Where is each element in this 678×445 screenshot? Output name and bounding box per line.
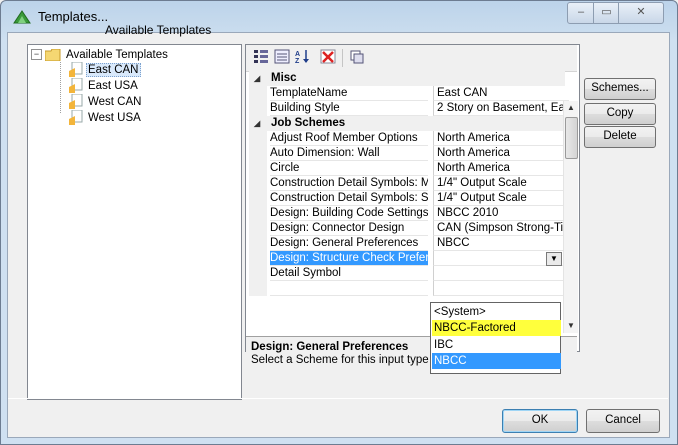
templates-app-icon (13, 10, 31, 24)
tree-item-west-usa[interactable]: West USA (68, 110, 143, 125)
copy-button[interactable]: Copy (584, 103, 656, 125)
property-name: Auto Dimension: Wall (270, 146, 428, 161)
collapse-triangle-icon[interactable]: ◢ (254, 116, 260, 131)
tree-item-label: West CAN (88, 95, 142, 108)
property-name: Detail Symbol (270, 266, 428, 281)
property-row[interactable]: Building Style 2 Story on Basement, Eas (249, 101, 569, 116)
tree-item-label: East CAN (86, 62, 141, 77)
tree-item-west-can[interactable]: West CAN (68, 94, 143, 109)
scroll-down-icon[interactable]: ▼ (564, 319, 578, 333)
close-button[interactable]: ✕ (618, 2, 664, 24)
category-job-schemes[interactable]: ◢ Job Schemes (249, 116, 565, 131)
property-row[interactable]: Auto Dimension: Wall North America (249, 146, 569, 161)
dropdown-option[interactable]: <System> (432, 304, 561, 320)
alphabetical-icon[interactable] (273, 49, 291, 66)
property-name: Building Style (270, 101, 428, 116)
property-value[interactable] (433, 281, 569, 296)
property-name: Design: Building Code Settings (270, 207, 428, 221)
description-title: Design: General Preferences (251, 341, 409, 353)
property-name: Design: Connector Design (270, 221, 428, 236)
category-label: Job Schemes (271, 117, 346, 129)
minimize-button[interactable]: – (567, 2, 595, 24)
property-name: Adjust Roof Member Options (270, 131, 428, 146)
property-name (270, 281, 428, 296)
property-name: Design: General Preferences (270, 236, 428, 251)
schemes-button[interactable]: Schemes... (584, 78, 656, 100)
property-value[interactable]: NBCC (433, 236, 569, 251)
tree-line (60, 62, 61, 113)
property-row[interactable]: Circle North America (249, 161, 569, 176)
dropdown-option[interactable]: IBC (432, 337, 561, 353)
category-label: Misc (271, 72, 297, 84)
property-value[interactable]: 1/4" Output Scale (433, 191, 569, 206)
tree-root-available-templates[interactable]: − Available Templates (31, 48, 170, 62)
category-misc[interactable]: ◢ Misc (249, 71, 565, 86)
ok-button[interactable]: OK (502, 409, 578, 433)
property-name: Design: Structure Check Prefer (270, 251, 428, 266)
divider (8, 398, 668, 399)
window-title: Templates... (38, 9, 109, 24)
chevron-down-icon[interactable]: ▼ (546, 252, 562, 266)
property-grid-scrollbar[interactable]: ▲ ▼ (563, 101, 578, 333)
property-row[interactable]: TemplateName East CAN (249, 86, 569, 101)
property-value[interactable]: North America (433, 131, 569, 146)
property-value[interactable]: CAN (Simpson Strong-Tie) (433, 221, 569, 236)
property-value[interactable]: North America (433, 146, 569, 161)
title-bar[interactable]: Templates... – ▭ ✕ (1, 1, 677, 31)
template-file-icon (69, 62, 83, 77)
property-row[interactable]: Construction Detail Symbols: M 1/4" Outp… (249, 176, 569, 191)
template-file-icon (69, 78, 83, 93)
available-templates-heading: Available Templates (105, 23, 212, 37)
delete-red-icon[interactable] (319, 49, 337, 66)
tree-item-label: West USA (88, 111, 141, 124)
property-row[interactable]: Design: Building Code Settings NBCC 2010 (249, 206, 569, 221)
dropdown-option-selected[interactable]: NBCC (432, 353, 561, 369)
categorized-icon[interactable] (252, 49, 270, 66)
property-name: Circle (270, 161, 428, 176)
templates-tree[interactable]: − Available Templates East CAN East USA W… (27, 44, 242, 400)
property-value[interactable]: 2 Story on Basement, Eas (433, 101, 569, 116)
property-name: TemplateName (270, 86, 428, 101)
property-name: Construction Detail Symbols: S (270, 192, 428, 206)
collapse-triangle-icon[interactable]: ◢ (254, 71, 260, 86)
tree-root-label: Available Templates (66, 49, 168, 61)
maximize-button[interactable]: ▭ (593, 2, 620, 24)
property-row[interactable]: Adjust Roof Member Options North America (249, 131, 569, 146)
tree-item-label: East USA (88, 79, 138, 92)
property-value[interactable] (433, 266, 569, 281)
collapse-toggle-icon[interactable]: − (31, 49, 42, 61)
property-pages-icon[interactable] (348, 49, 366, 66)
template-file-icon (69, 110, 83, 125)
property-row-selected[interactable]: Design: Structure Check Prefer ▼ (249, 251, 569, 266)
property-row[interactable]: Design: Connector Design CAN (Simpson St… (249, 221, 569, 236)
property-value[interactable]: NBCC 2010 (433, 206, 569, 221)
property-row[interactable]: Construction Detail Symbols: S 1/4" Outp… (249, 191, 569, 206)
property-value[interactable]: North America (433, 161, 569, 176)
property-value[interactable]: East CAN (433, 86, 569, 101)
scroll-thumb[interactable] (565, 117, 578, 159)
property-value[interactable]: 1/4" Output Scale (433, 176, 569, 191)
property-name: Construction Detail Symbols: M (270, 177, 428, 191)
toolbar-separator (342, 49, 343, 67)
folder-icon (45, 48, 61, 61)
cancel-button[interactable]: Cancel (586, 409, 660, 433)
property-row[interactable] (249, 281, 569, 296)
sort-az-icon[interactable]: AZ (294, 49, 312, 66)
template-file-icon (69, 94, 83, 109)
svg-text:Z: Z (295, 58, 300, 64)
scroll-up-icon[interactable]: ▲ (564, 101, 578, 115)
property-grid-toolbar: AZ (246, 45, 577, 72)
description-text: Select a Scheme for this input type (251, 354, 429, 366)
property-row[interactable]: Detail Symbol (249, 266, 569, 281)
tree-item-east-usa[interactable]: East USA (68, 78, 140, 93)
tree-item-east-can[interactable]: East CAN (68, 62, 141, 77)
scheme-dropdown-list[interactable]: <System> NBCC-Factored IBC NBCC (430, 302, 561, 374)
property-row[interactable]: Design: General Preferences NBCC (249, 236, 569, 251)
svg-text:A: A (295, 51, 300, 58)
delete-button[interactable]: Delete (584, 126, 656, 148)
dropdown-option-highlighted[interactable]: NBCC-Factored (432, 320, 561, 336)
